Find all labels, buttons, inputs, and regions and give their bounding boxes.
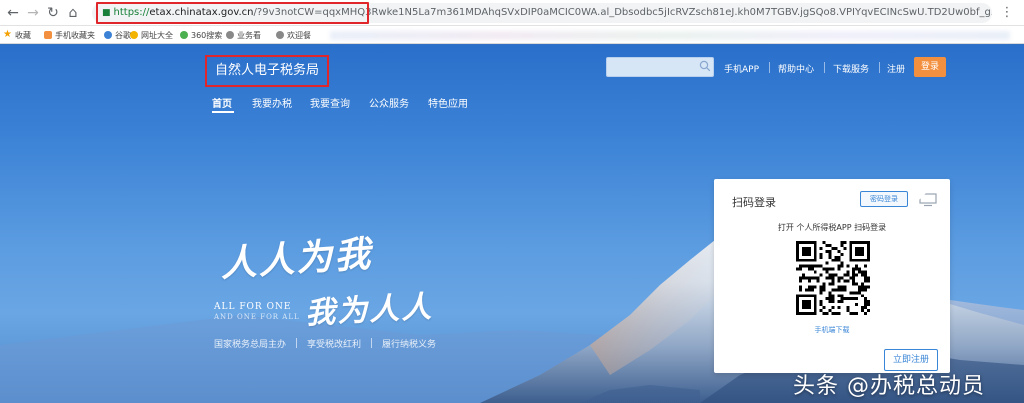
bookmark-item[interactable]: 360搜索 <box>180 30 222 41</box>
site-icon <box>104 31 112 39</box>
nav-featured-apps[interactable]: 特色应用 <box>428 95 468 110</box>
slogan-english-2: AND ONE FOR ALL <box>214 313 300 321</box>
site-icon <box>276 31 284 39</box>
watermark: 头条 @办税总动员 <box>793 374 985 399</box>
site-icon <box>180 31 188 39</box>
qr-code <box>796 241 870 315</box>
tagline-item: 履行纳税义务 <box>382 340 437 350</box>
login-card: 扫码登录 密码登录 打开 个人所得税APP 扫码登录 手机端下载 立即注册 <box>714 179 950 373</box>
nav-tax-handling[interactable]: 我要办税 <box>252 95 292 110</box>
scan-instruction: 打开 个人所得税APP 扫码登录 <box>777 223 887 232</box>
help-center-link[interactable]: 帮助中心 <box>778 62 814 75</box>
site-icon <box>130 31 138 39</box>
tagline: 国家税务总局主办 享受税改红利 履行纳税义务 <box>214 337 436 350</box>
download-service-link[interactable]: 下载服务 <box>833 62 869 75</box>
download-app-link[interactable]: 手机端下载 <box>714 325 950 335</box>
search-input[interactable] <box>606 57 714 77</box>
bookmark-item[interactable]: 手机收藏夹 <box>44 30 95 41</box>
home-icon[interactable]: ⌂ <box>64 4 82 22</box>
divider <box>769 62 770 73</box>
bookmark-item[interactable]: 网址大全 <box>130 30 173 41</box>
active-nav-indicator <box>212 111 234 113</box>
main-nav: 首页 我要办税 我要查询 公众服务 特色应用 <box>0 95 1024 115</box>
divider <box>371 338 373 348</box>
bookmark-item[interactable]: 谷歌 <box>104 30 131 41</box>
mobile-app-link[interactable]: 手机APP <box>724 62 759 75</box>
bookmark-item[interactable]: 业务看 <box>226 30 261 41</box>
tagline-item: 国家税务总局主办 <box>214 340 287 350</box>
slogan-english-1: ALL FOR ONE <box>214 302 292 312</box>
folder-icon <box>44 31 52 39</box>
blurred-bookmarks <box>330 31 1010 40</box>
site-title[interactable]: 自然人电子税务局 <box>205 55 329 87</box>
bookmark-item[interactable]: 欢迎餐 <box>276 30 311 41</box>
slogan-line-2: 我为人人 <box>304 289 435 332</box>
bookmark-item[interactable]: 收藏 <box>15 30 31 41</box>
forward-icon[interactable]: → <box>24 4 42 22</box>
register-link[interactable]: 注册 <box>887 62 905 75</box>
card-title: 扫码登录 <box>732 196 776 209</box>
nav-home[interactable]: 首页 <box>212 95 232 110</box>
site-icon <box>226 31 234 39</box>
search-icon[interactable] <box>699 60 711 72</box>
tagline-item: 享受税改红利 <box>307 340 362 350</box>
browser-toolbar: ← → ↻ ⌂ ■ https://etax.chinatax.gov.cn/?9… <box>0 0 1024 26</box>
reload-icon[interactable]: ↻ <box>44 4 62 22</box>
slogan-line-1: 人人为我 <box>218 232 374 286</box>
more-icon[interactable]: ⋮ <box>998 4 1016 22</box>
nav-query[interactable]: 我要查询 <box>310 95 350 110</box>
divider <box>824 62 825 73</box>
divider <box>296 338 298 348</box>
password-login-button[interactable]: 密码登录 <box>860 191 908 207</box>
divider <box>879 62 880 73</box>
bookmarks-bar: ★ 收藏 手机收藏夹 谷歌 网址大全 360搜索 业务看 欢迎餐 <box>0 26 1024 44</box>
star-icon: ★ <box>3 29 12 40</box>
computer-icon[interactable] <box>918 193 938 207</box>
login-button[interactable]: 登录 <box>914 57 946 77</box>
url-highlight-box <box>96 2 369 24</box>
nav-public-service[interactable]: 公众服务 <box>369 95 409 110</box>
back-icon[interactable]: ← <box>4 4 22 22</box>
page: 自然人电子税务局 手机APP 帮助中心 下载服务 注册 登录 首页 我要办税 我… <box>0 45 1024 403</box>
